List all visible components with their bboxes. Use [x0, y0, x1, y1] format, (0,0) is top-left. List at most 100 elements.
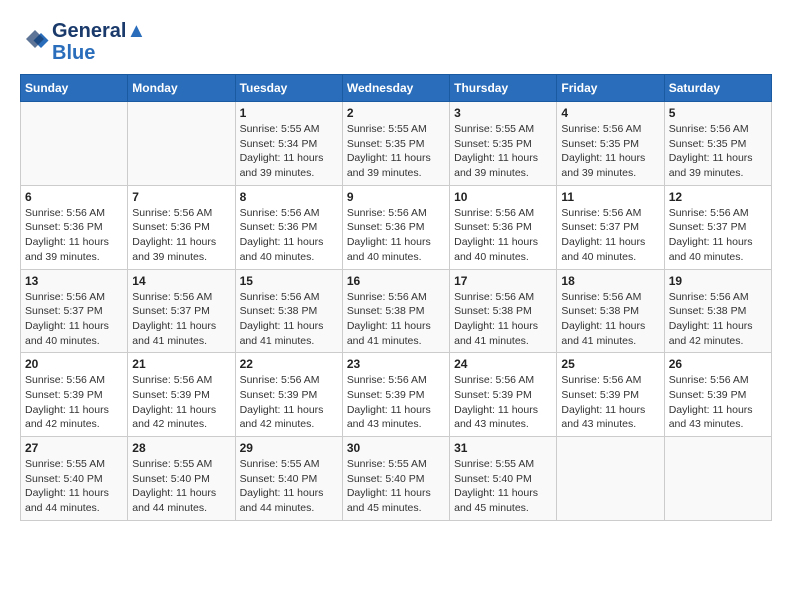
- day-info: Sunrise: 5:56 AM Sunset: 5:37 PM Dayligh…: [561, 206, 659, 265]
- calendar-cell: 22 Sunrise: 5:56 AM Sunset: 5:39 PM Dayli…: [235, 353, 342, 437]
- day-number: 13: [25, 274, 123, 288]
- day-info: Sunrise: 5:56 AM Sunset: 5:37 PM Dayligh…: [669, 206, 767, 265]
- day-number: 12: [669, 190, 767, 204]
- week-row: 1Sunrise: 5:55 AM Sunset: 5:34 PM Daylig…: [21, 102, 772, 186]
- day-number: 10: [454, 190, 552, 204]
- calendar-cell: 18 Sunrise: 5:56 AM Sunset: 5:38 PM Dayli…: [557, 269, 664, 353]
- day-info: Sunrise: 5:56 AM Sunset: 5:38 PM Dayligh…: [347, 290, 445, 349]
- calendar-cell: 28 Sunrise: 5:55 AM Sunset: 5:40 PM Dayli…: [128, 437, 235, 521]
- calendar-cell: 3 Sunrise: 5:55 AM Sunset: 5:35 PM Daylig…: [450, 102, 557, 186]
- header-cell-saturday: Saturday: [664, 75, 771, 102]
- calendar-cell: 13 Sunrise: 5:56 AM Sunset: 5:37 PM Dayli…: [21, 269, 128, 353]
- calendar-cell: 15Sunrise: 5:56 AM Sunset: 5:38 PM Dayli…: [235, 269, 342, 353]
- day-info: Sunrise: 5:56 AM Sunset: 5:38 PM Dayligh…: [669, 290, 767, 349]
- calendar-cell: 6 Sunrise: 5:56 AM Sunset: 5:36 PM Daylig…: [21, 185, 128, 269]
- header-cell-friday: Friday: [557, 75, 664, 102]
- calendar-cell: 12 Sunrise: 5:56 AM Sunset: 5:37 PM Dayli…: [664, 185, 771, 269]
- calendar-cell: 29Sunrise: 5:55 AM Sunset: 5:40 PM Dayli…: [235, 437, 342, 521]
- day-number: 6: [25, 190, 123, 204]
- calendar-cell: 20 Sunrise: 5:56 AM Sunset: 5:39 PM Dayli…: [21, 353, 128, 437]
- day-number: 23: [347, 357, 445, 371]
- header-cell-tuesday: Tuesday: [235, 75, 342, 102]
- header-cell-wednesday: Wednesday: [342, 75, 449, 102]
- calendar-cell: [557, 437, 664, 521]
- day-number: 5: [669, 106, 767, 120]
- calendar-cell: 7 Sunrise: 5:56 AM Sunset: 5:36 PM Daylig…: [128, 185, 235, 269]
- day-info: Sunrise: 5:56 AM Sunset: 5:39 PM Dayligh…: [132, 373, 230, 432]
- logo-line1: General▲: [52, 20, 146, 42]
- day-number: 26: [669, 357, 767, 371]
- day-info: Sunrise: 5:56 AM Sunset: 5:38 PM Dayligh…: [561, 290, 659, 349]
- calendar-cell: 24 Sunrise: 5:56 AM Sunset: 5:39 PM Dayli…: [450, 353, 557, 437]
- day-number: 7: [132, 190, 230, 204]
- page-header: General▲ Blue: [20, 20, 772, 64]
- logo-icon: [20, 27, 50, 57]
- day-number: 15: [240, 274, 338, 288]
- day-info: Sunrise: 5:56 AM Sunset: 5:36 PM Dayligh…: [132, 206, 230, 265]
- calendar-cell: 26Sunrise: 5:56 AM Sunset: 5:39 PM Dayli…: [664, 353, 771, 437]
- day-number: 31: [454, 441, 552, 455]
- calendar-cell: 4Sunrise: 5:56 AM Sunset: 5:35 PM Daylig…: [557, 102, 664, 186]
- day-number: 11: [561, 190, 659, 204]
- day-info: Sunrise: 5:56 AM Sunset: 5:37 PM Dayligh…: [132, 290, 230, 349]
- day-number: 17: [454, 274, 552, 288]
- day-number: 22: [240, 357, 338, 371]
- day-number: 9: [347, 190, 445, 204]
- calendar-cell: 14 Sunrise: 5:56 AM Sunset: 5:37 PM Dayli…: [128, 269, 235, 353]
- day-info: Sunrise: 5:56 AM Sunset: 5:38 PM Dayligh…: [454, 290, 552, 349]
- calendar-cell: 2 Sunrise: 5:55 AM Sunset: 5:35 PM Daylig…: [342, 102, 449, 186]
- calendar-cell: 1Sunrise: 5:55 AM Sunset: 5:34 PM Daylig…: [235, 102, 342, 186]
- day-info: Sunrise: 5:56 AM Sunset: 5:35 PM Dayligh…: [669, 122, 767, 181]
- calendar-cell: 16 Sunrise: 5:56 AM Sunset: 5:38 PM Dayli…: [342, 269, 449, 353]
- calendar-cell: 5 Sunrise: 5:56 AM Sunset: 5:35 PM Daylig…: [664, 102, 771, 186]
- logo-line2: Blue: [52, 42, 146, 64]
- calendar-cell: [664, 437, 771, 521]
- calendar-cell: 9 Sunrise: 5:56 AM Sunset: 5:36 PM Daylig…: [342, 185, 449, 269]
- day-info: Sunrise: 5:55 AM Sunset: 5:40 PM Dayligh…: [25, 457, 123, 516]
- calendar-cell: 25 Sunrise: 5:56 AM Sunset: 5:39 PM Dayli…: [557, 353, 664, 437]
- day-number: 25: [561, 357, 659, 371]
- day-info: Sunrise: 5:56 AM Sunset: 5:36 PM Dayligh…: [347, 206, 445, 265]
- calendar-cell: 30Sunrise: 5:55 AM Sunset: 5:40 PM Dayli…: [342, 437, 449, 521]
- day-number: 3: [454, 106, 552, 120]
- day-info: Sunrise: 5:55 AM Sunset: 5:35 PM Dayligh…: [454, 122, 552, 181]
- week-row: 20 Sunrise: 5:56 AM Sunset: 5:39 PM Dayli…: [21, 353, 772, 437]
- day-number: 29: [240, 441, 338, 455]
- logo: General▲ Blue: [20, 20, 146, 64]
- header-cell-sunday: Sunday: [21, 75, 128, 102]
- day-number: 2: [347, 106, 445, 120]
- day-info: Sunrise: 5:56 AM Sunset: 5:39 PM Dayligh…: [561, 373, 659, 432]
- day-number: 19: [669, 274, 767, 288]
- day-info: Sunrise: 5:56 AM Sunset: 5:39 PM Dayligh…: [240, 373, 338, 432]
- day-info: Sunrise: 5:55 AM Sunset: 5:40 PM Dayligh…: [454, 457, 552, 516]
- day-number: 28: [132, 441, 230, 455]
- calendar-cell: [128, 102, 235, 186]
- day-info: Sunrise: 5:56 AM Sunset: 5:39 PM Dayligh…: [25, 373, 123, 432]
- calendar-cell: 11 Sunrise: 5:56 AM Sunset: 5:37 PM Dayli…: [557, 185, 664, 269]
- week-row: 27 Sunrise: 5:55 AM Sunset: 5:40 PM Dayli…: [21, 437, 772, 521]
- day-info: Sunrise: 5:55 AM Sunset: 5:34 PM Dayligh…: [240, 122, 338, 181]
- calendar-cell: 31 Sunrise: 5:55 AM Sunset: 5:40 PM Dayli…: [450, 437, 557, 521]
- day-info: Sunrise: 5:55 AM Sunset: 5:40 PM Dayligh…: [132, 457, 230, 516]
- day-number: 20: [25, 357, 123, 371]
- day-info: Sunrise: 5:56 AM Sunset: 5:37 PM Dayligh…: [25, 290, 123, 349]
- header-row: SundayMondayTuesdayWednesdayThursdayFrid…: [21, 75, 772, 102]
- calendar-cell: 23 Sunrise: 5:56 AM Sunset: 5:39 PM Dayli…: [342, 353, 449, 437]
- calendar-cell: 10Sunrise: 5:56 AM Sunset: 5:36 PM Dayli…: [450, 185, 557, 269]
- day-number: 24: [454, 357, 552, 371]
- day-number: 16: [347, 274, 445, 288]
- calendar-table: SundayMondayTuesdayWednesdayThursdayFrid…: [20, 74, 772, 521]
- day-info: Sunrise: 5:56 AM Sunset: 5:39 PM Dayligh…: [347, 373, 445, 432]
- day-info: Sunrise: 5:56 AM Sunset: 5:39 PM Dayligh…: [454, 373, 552, 432]
- day-info: Sunrise: 5:55 AM Sunset: 5:35 PM Dayligh…: [347, 122, 445, 181]
- day-number: 18: [561, 274, 659, 288]
- week-row: 13 Sunrise: 5:56 AM Sunset: 5:37 PM Dayli…: [21, 269, 772, 353]
- day-info: Sunrise: 5:55 AM Sunset: 5:40 PM Dayligh…: [347, 457, 445, 516]
- day-info: Sunrise: 5:56 AM Sunset: 5:36 PM Dayligh…: [25, 206, 123, 265]
- day-number: 27: [25, 441, 123, 455]
- calendar-cell: 21Sunrise: 5:56 AM Sunset: 5:39 PM Dayli…: [128, 353, 235, 437]
- header-cell-monday: Monday: [128, 75, 235, 102]
- day-info: Sunrise: 5:56 AM Sunset: 5:36 PM Dayligh…: [240, 206, 338, 265]
- calendar-cell: 19 Sunrise: 5:56 AM Sunset: 5:38 PM Dayli…: [664, 269, 771, 353]
- day-number: 14: [132, 274, 230, 288]
